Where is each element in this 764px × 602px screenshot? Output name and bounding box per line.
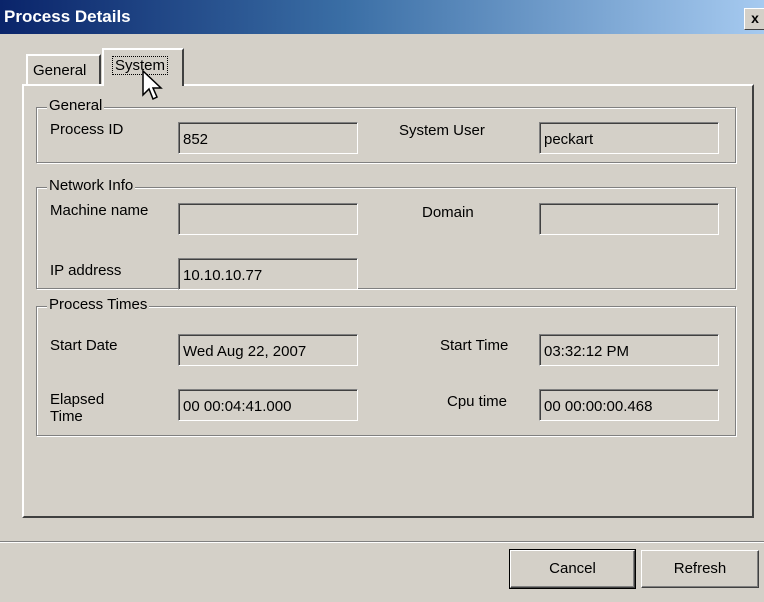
network-info-group-legend: Network Info (47, 177, 136, 195)
process-details-window: Process Details x General System General… (0, 0, 764, 602)
process-times-group: Process Times Start Date Wed Aug 22, 200… (36, 296, 736, 436)
tab-general[interactable]: General (26, 54, 101, 84)
start-time-label: Start Time (440, 337, 509, 354)
network-info-group: Network Info Machine name Domain IP addr… (36, 177, 736, 290)
machine-name-label: Machine name (50, 202, 149, 219)
button-bar-divider (0, 541, 764, 543)
start-time-field[interactable]: 03:32:12 PM (539, 334, 719, 366)
ip-address-label: IP address (50, 262, 122, 279)
close-button[interactable]: x (744, 8, 764, 30)
title-bar[interactable]: Process Details x (0, 0, 764, 34)
process-times-group-legend: Process Times (47, 296, 150, 314)
cpu-time-field[interactable]: 00 00:00:00.468 (539, 389, 719, 421)
elapsed-time-label-line1: Elapsed (50, 391, 105, 408)
system-tab-panel: General Process ID 852 System User pecka… (22, 84, 754, 518)
process-id-field[interactable]: 852 (178, 122, 358, 154)
start-date-field[interactable]: Wed Aug 22, 2007 (178, 334, 358, 366)
cancel-button[interactable]: Cancel (509, 549, 636, 589)
domain-field[interactable] (539, 203, 719, 235)
machine-name-field[interactable] (178, 203, 358, 235)
cpu-time-label: Cpu time (447, 393, 508, 410)
system-user-field[interactable]: peckart (539, 122, 719, 154)
refresh-button[interactable]: Refresh (641, 550, 759, 588)
domain-label: Domain (422, 204, 474, 221)
general-group-legend: General (47, 97, 105, 115)
start-date-label: Start Date (50, 337, 118, 354)
process-id-label: Process ID (50, 121, 124, 138)
system-user-label: System User (399, 122, 485, 139)
elapsed-time-label-line2: Time (50, 408, 83, 425)
ip-address-field[interactable]: 10.10.10.77 (178, 258, 358, 290)
general-group: General Process ID 852 System User pecka… (36, 97, 736, 163)
close-icon: x (751, 10, 759, 26)
window-title: Process Details (4, 7, 131, 26)
elapsed-time-field[interactable]: 00 00:04:41.000 (178, 389, 358, 421)
mouse-pointer-icon (142, 70, 163, 101)
tab-general-label: General (33, 62, 87, 79)
